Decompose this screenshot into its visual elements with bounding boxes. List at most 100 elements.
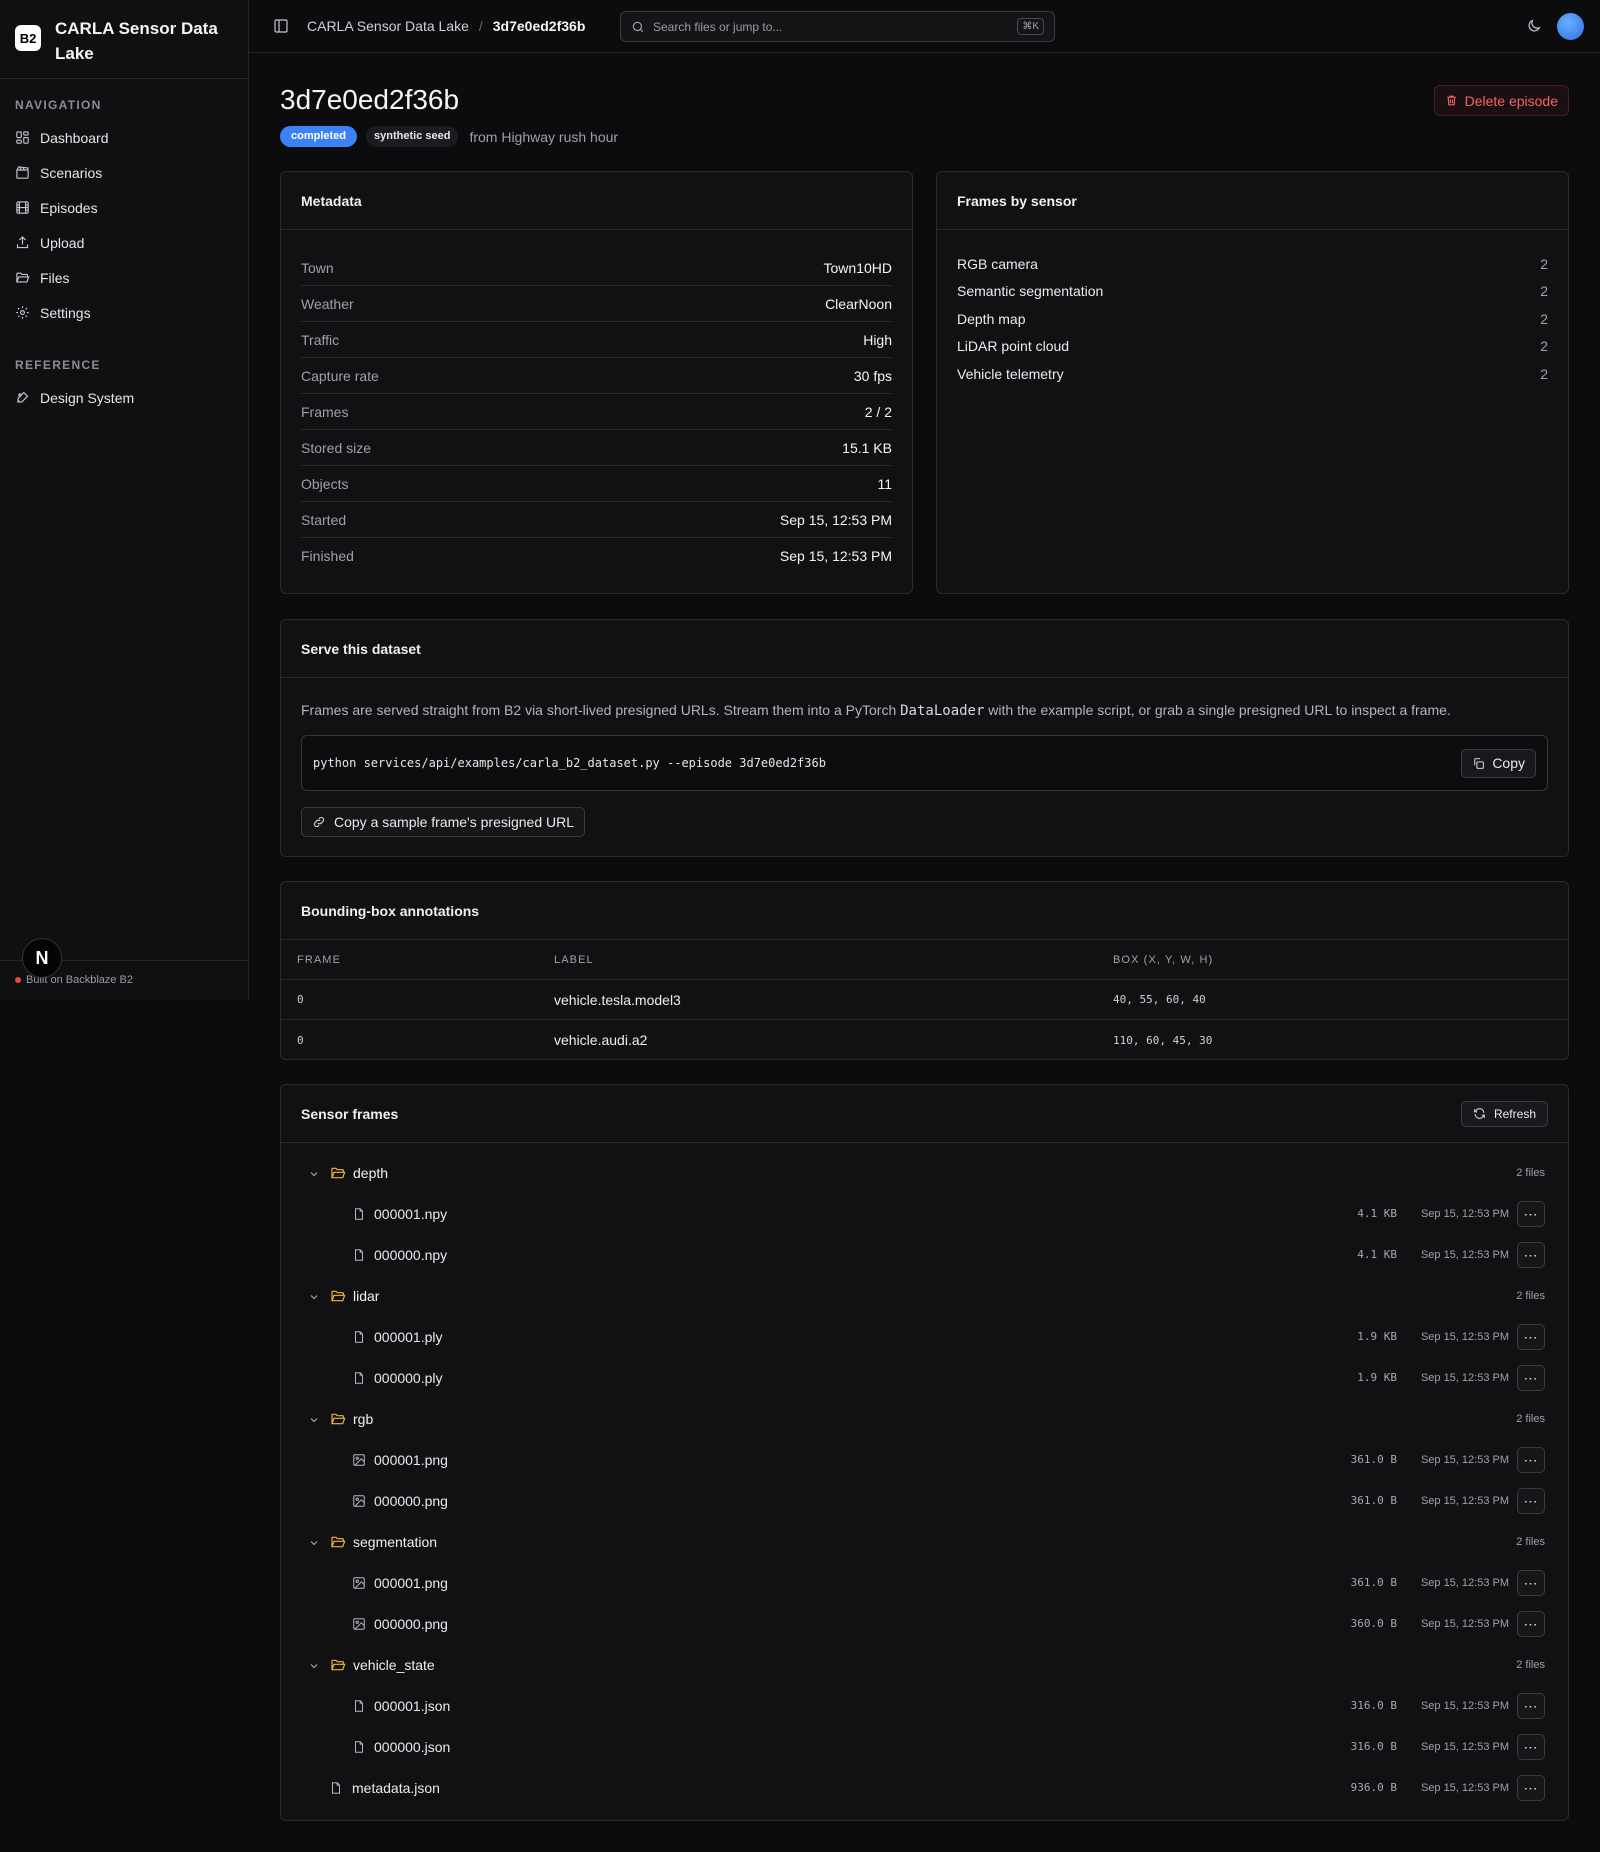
folder-row[interactable]: lidar 2 files [281,1275,1568,1316]
file-name[interactable]: 000000.png [374,1616,448,1632]
refresh-button[interactable]: Refresh [1460,1100,1548,1127]
delete-episode-button[interactable]: Delete episode [1433,85,1569,116]
file-date: Sep 15, 12:53 PM [1420,1617,1509,1630]
sidebar-item-label: Scenarios [40,164,103,181]
sensor-frame-row: RGB camera 2 [957,250,1548,278]
file-row[interactable]: 000000.png 360.0 B Sep 15, 12:53 PM ⋯ [281,1603,1568,1644]
file-actions-button[interactable]: ⋯ [1517,1733,1545,1760]
theme-toggle-button[interactable] [1526,18,1542,34]
sidebar-item-settings[interactable]: Settings [15,295,233,330]
metadata-value: ClearNoon [825,295,892,312]
sidebar-item-upload[interactable]: Upload [15,225,233,260]
breadcrumb-root[interactable]: CARLA Sensor Data Lake [307,18,469,34]
file-name[interactable]: 000000.npy [374,1247,447,1263]
file-row[interactable]: 000001.json 316.0 B Sep 15, 12:53 PM ⋯ [281,1685,1568,1726]
sidebar-item-dashboard[interactable]: Dashboard [15,120,233,155]
brand[interactable]: B2 CARLA Sensor Data Lake [0,0,248,79]
file-name[interactable]: 000001.npy [374,1206,447,1222]
file-row[interactable]: 000000.npy 4.1 KB Sep 15, 12:53 PM ⋯ [281,1234,1568,1275]
file-row[interactable]: 000000.png 361.0 B Sep 15, 12:53 PM ⋯ [281,1480,1568,1521]
folder-row[interactable]: depth 2 files [281,1152,1568,1193]
sidebar-item-design-system[interactable]: Design System [15,380,233,415]
clapperboard-icon [16,166,29,179]
folder-row[interactable]: vehicle_state 2 files [281,1644,1568,1685]
file-name[interactable]: 000001.png [374,1575,448,1591]
file-name[interactable]: 000001.png [374,1452,448,1468]
file-row[interactable]: metadata.json 936.0 B Sep 15, 12:53 PM ⋯ [281,1767,1568,1808]
serve-desc-pre: Frames are served straight from B2 via s… [301,702,901,718]
file-name[interactable]: 000000.ply [374,1370,443,1386]
file-date: Sep 15, 12:53 PM [1420,1207,1509,1220]
file-actions-button[interactable]: ⋯ [1517,1446,1545,1473]
file-row[interactable]: 000001.npy 4.1 KB Sep 15, 12:53 PM ⋯ [281,1193,1568,1234]
file-actions-button[interactable]: ⋯ [1517,1487,1545,1514]
more-icon: ⋯ [1523,1246,1539,1263]
file-row[interactable]: 000000.json 316.0 B Sep 15, 12:53 PM ⋯ [281,1726,1568,1767]
metadata-key: Traffic [301,331,340,348]
metadata-key: Town [301,259,334,276]
file-tree: depth 2 files 000001.npy 4.1 KB Sep 15, 12:5… [281,1143,1568,1808]
metadata-row: Stored size 15.1 KB [301,430,892,466]
more-icon: ⋯ [1523,1205,1539,1222]
folder-row[interactable]: segmentation 2 files [281,1521,1568,1562]
chevron-down-icon[interactable] [308,1536,320,1548]
file-name[interactable]: 000000.png [374,1493,448,1509]
metadata-value: 2 / 2 [864,403,892,420]
presign-label: Copy a sample frame's presigned URL [334,814,575,830]
file-actions-button[interactable]: ⋯ [1517,1323,1545,1350]
delete-episode-label: Delete episode [1464,92,1558,109]
sidebar-item-label: Dashboard [40,129,109,146]
metadata-value: Sep 15, 12:53 PM [779,548,892,564]
file-actions-button[interactable]: ⋯ [1517,1692,1545,1719]
image-file-icon [352,1453,366,1467]
chevron-down-icon[interactable] [308,1290,320,1302]
trash-icon [1446,95,1456,106]
chevron-down-icon[interactable] [308,1167,320,1179]
metadata-row: Weather ClearNoon [301,286,892,322]
file-name[interactable]: metadata.json [352,1780,440,1796]
search-box[interactable]: ⌘K [620,11,1055,42]
breadcrumb-separator: / [478,18,483,34]
file-name[interactable]: 000001.json [374,1698,450,1714]
sensor-frame-row: Depth map 2 [957,305,1548,333]
file-actions-button[interactable]: ⋯ [1517,1241,1545,1268]
file-actions-button[interactable]: ⋯ [1517,1610,1545,1637]
file-icon [352,1207,366,1221]
file-date: Sep 15, 12:53 PM [1420,1576,1509,1589]
file-actions-button[interactable]: ⋯ [1517,1364,1545,1391]
folder-name: segmentation [353,1533,438,1550]
metadata-row: Objects 11 [301,466,892,502]
avatar[interactable] [1557,13,1584,40]
folder-icon [330,1165,346,1181]
copy-command-button[interactable]: Copy [1461,748,1536,778]
sidebar-toggle-button[interactable] [273,18,289,34]
file-name[interactable]: 000000.json [374,1739,450,1755]
file-row[interactable]: 000001.png 361.0 B Sep 15, 12:53 PM ⋯ [281,1562,1568,1603]
sidebar-item-scenarios[interactable]: Scenarios [15,155,233,190]
n-badge[interactable]: N [22,938,62,978]
chevron-down-icon[interactable] [308,1659,320,1671]
file-icon [352,1330,366,1344]
file-row[interactable]: 000001.ply 1.9 KB Sep 15, 12:53 PM ⋯ [281,1316,1568,1357]
sidebar-item-files[interactable]: Files [15,260,233,295]
file-row[interactable]: 000001.png 361.0 B Sep 15, 12:53 PM ⋯ [281,1439,1568,1480]
file-size: 936.0 B [1350,1781,1397,1794]
file-date: Sep 15, 12:53 PM [1420,1453,1509,1466]
folder-file-count: 2 files [1516,1658,1545,1671]
file-actions-button[interactable]: ⋯ [1517,1774,1545,1801]
copy-presigned-url-button[interactable]: Copy a sample frame's presigned URL [301,807,586,837]
file-name[interactable]: 000001.ply [374,1329,443,1345]
chevron-down-icon[interactable] [308,1413,320,1425]
sensor-name: Vehicle telemetry [957,365,1064,382]
search-input[interactable] [653,19,1010,34]
folder-row[interactable]: rgb 2 files [281,1398,1568,1439]
sidebar-item-episodes[interactable]: Episodes [15,190,233,225]
seed-badge: synthetic seed [366,126,459,147]
file-actions-button[interactable]: ⋯ [1517,1200,1545,1227]
metadata-value: Sep 15, 12:53 PM [779,511,892,528]
file-row[interactable]: 000000.ply 1.9 KB Sep 15, 12:53 PM ⋯ [281,1357,1568,1398]
command-text[interactable]: python services/api/examples/carla_b2_da… [313,756,826,770]
file-actions-button[interactable]: ⋯ [1517,1569,1545,1596]
metadata-key: Capture rate [301,367,379,384]
bbox-label: vehicle.audi.a2 [554,1032,648,1048]
